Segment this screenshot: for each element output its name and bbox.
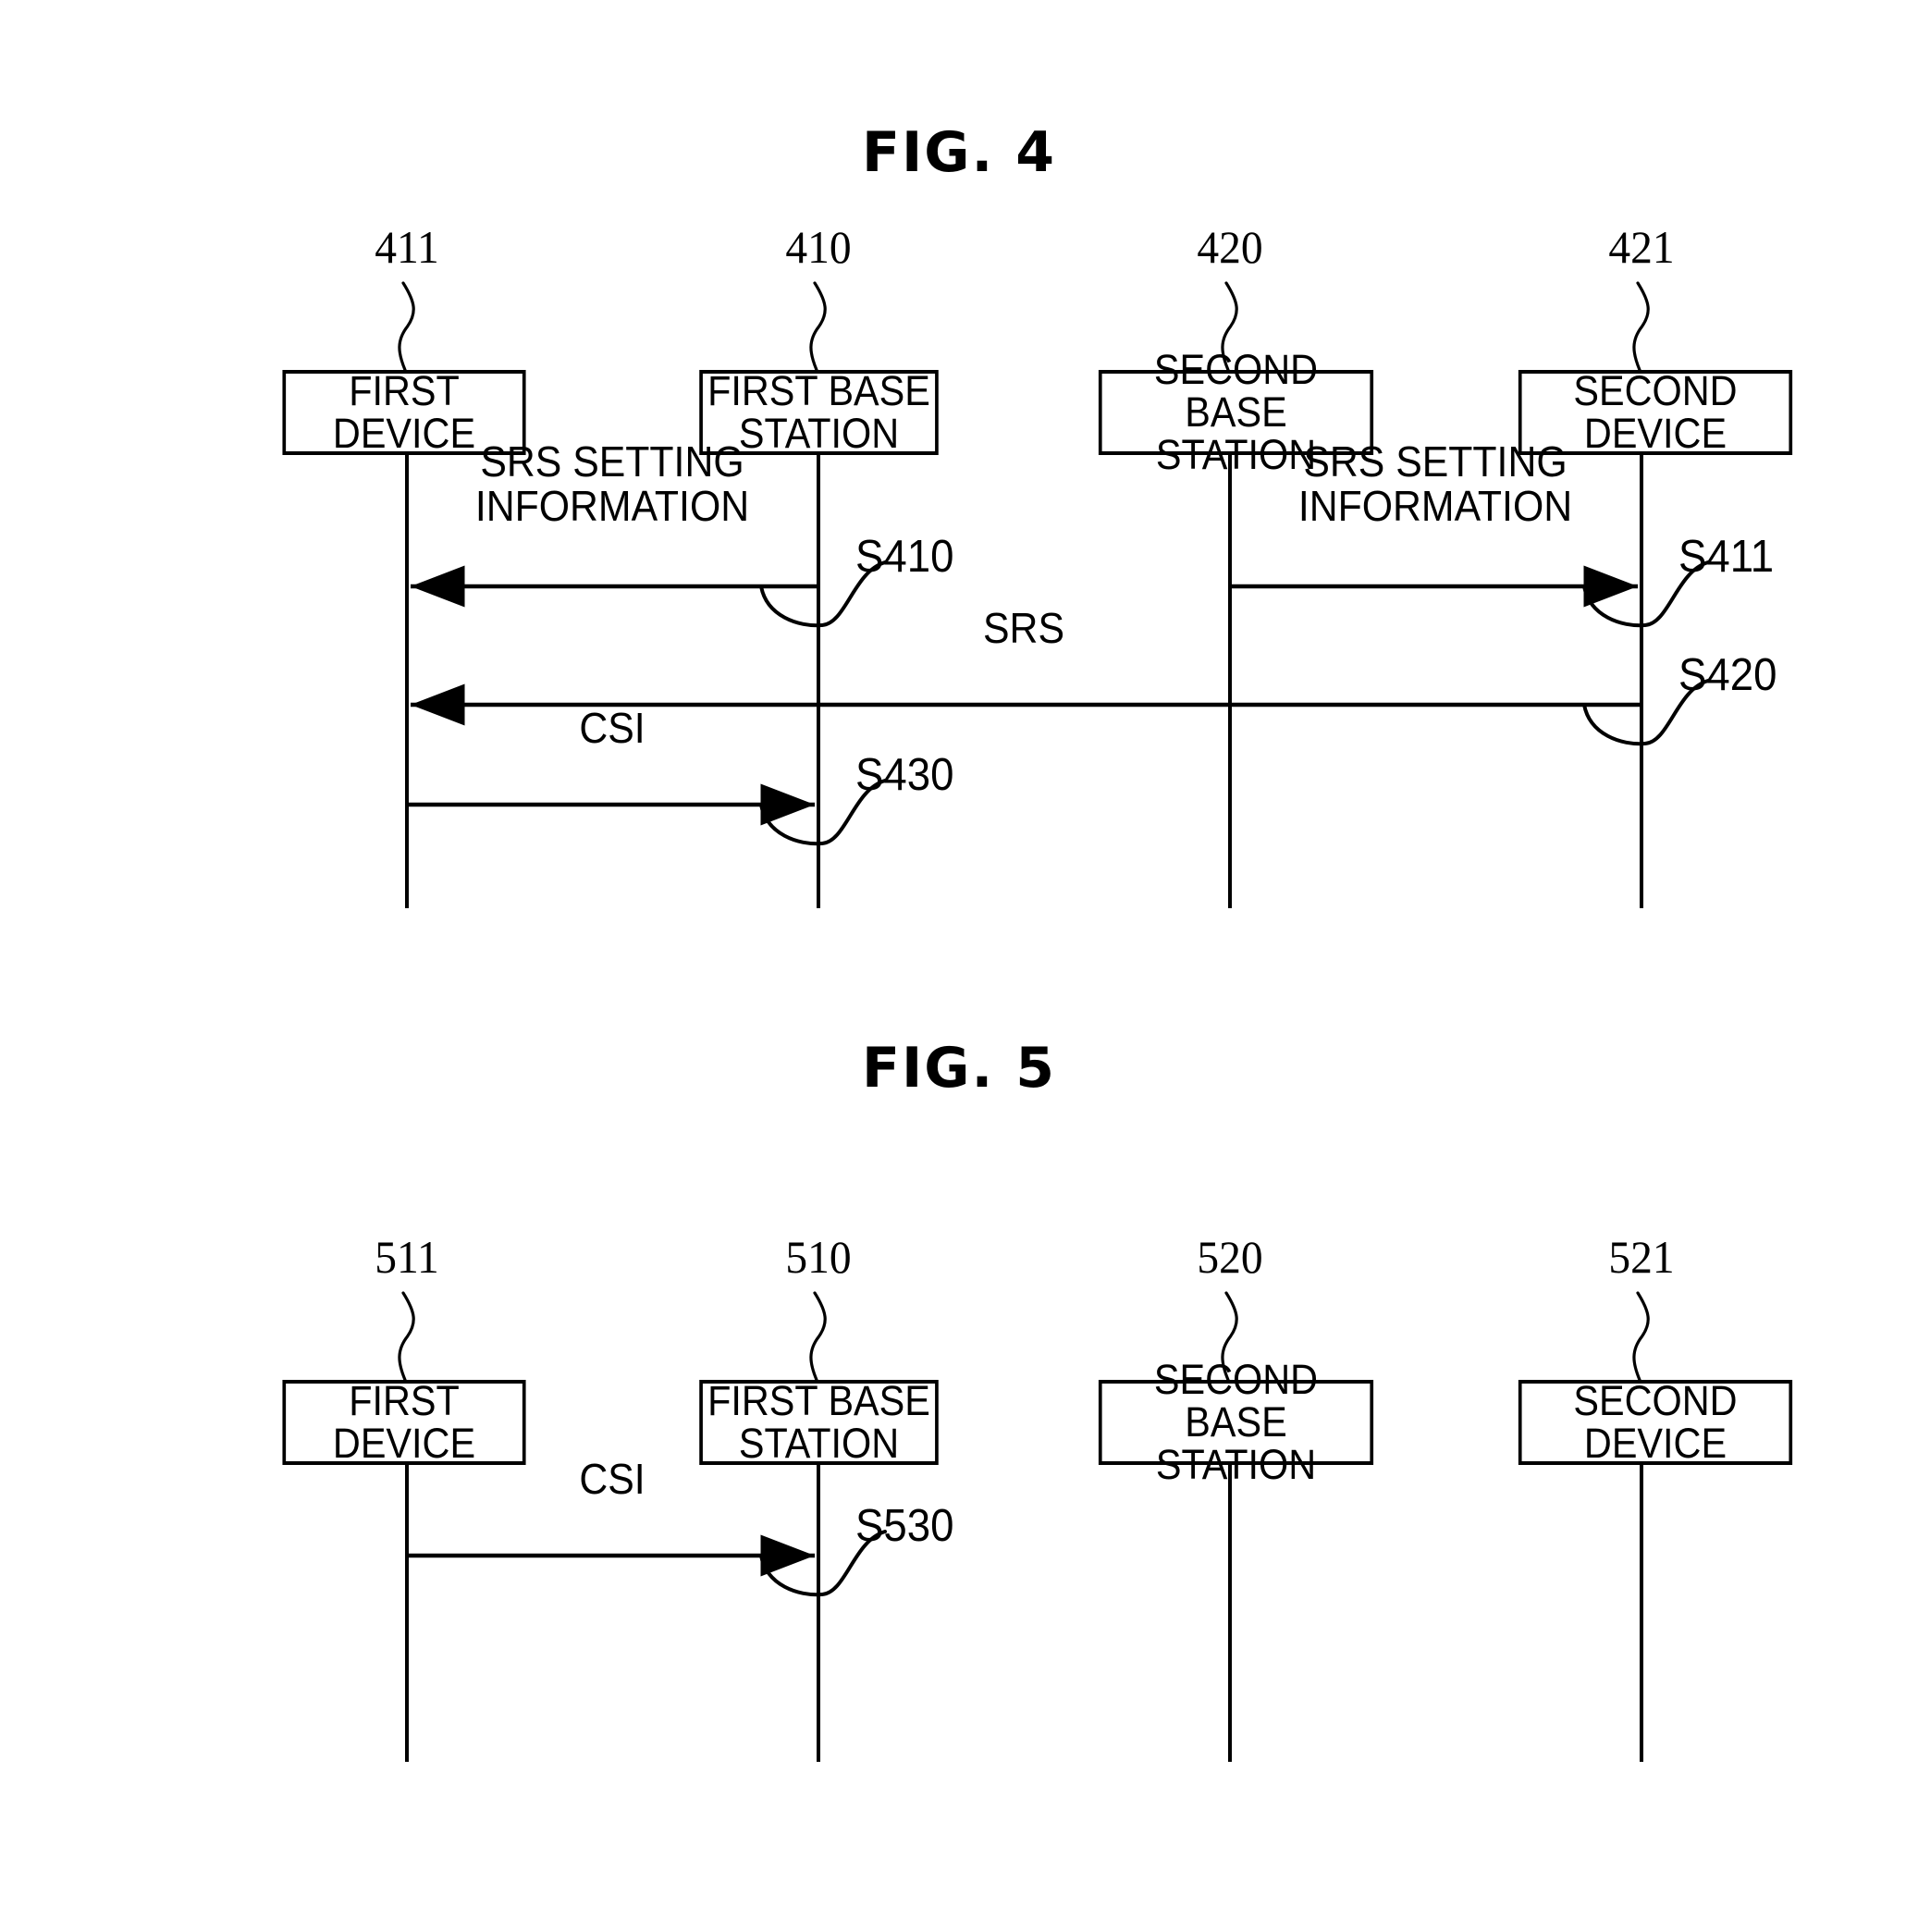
- message-label-S411: SRS SETTING INFORMATION: [1297, 437, 1573, 530]
- reference-number-511: 511: [375, 1231, 439, 1283]
- participant-box-510: FIRST BASE STATION: [699, 1380, 939, 1465]
- reference-number-411: 411: [375, 221, 439, 273]
- reference-number-510: 510: [785, 1231, 852, 1283]
- leader-line-411: [398, 281, 415, 372]
- figure-title-fig5: FIG. 5: [862, 1036, 1056, 1101]
- figure-title-fig4: FIG. 4: [862, 120, 1056, 185]
- reference-number-420: 420: [1197, 221, 1263, 273]
- diagram-vector-layer: [398, 281, 1710, 1762]
- message-label-S430: CSI: [579, 704, 645, 752]
- participant-label: FIRST BASE STATION: [707, 1377, 930, 1467]
- message-label-S530: CSI: [579, 1455, 645, 1503]
- leader-line-421: [1632, 281, 1650, 372]
- leader-line-410: [809, 281, 827, 372]
- reference-number-520: 520: [1197, 1231, 1263, 1283]
- participant-label: SECOND BASE STATION: [1153, 1356, 1319, 1488]
- step-label-S430: S430: [855, 750, 954, 800]
- message-label-S420: SRS: [983, 604, 1064, 652]
- step-label-S420: S420: [1678, 650, 1777, 700]
- participant-box-521: SECOND DEVICE: [1518, 1377, 1793, 1467]
- reference-number-410: 410: [785, 221, 852, 273]
- step-label-S411: S411: [1678, 532, 1775, 582]
- participant-box-511: FIRST DEVICE: [282, 1377, 526, 1467]
- message-label-S410: SRS SETTING INFORMATION: [474, 437, 750, 530]
- drawing-sheet: FIG. 4 411 FIRST DEVICE 410 FIRST BASE STATI…: [0, 0, 1918, 1932]
- participant-label: FIRST DEVICE: [332, 1377, 476, 1467]
- step-label-S410: S410: [855, 532, 954, 582]
- leader-line-510: [809, 1291, 827, 1382]
- reference-number-421: 421: [1608, 221, 1675, 273]
- leader-line-511: [398, 1291, 415, 1382]
- leader-line-521: [1632, 1291, 1650, 1382]
- participant-label: SECOND DEVICE: [1573, 1377, 1738, 1467]
- reference-number-521: 521: [1608, 1231, 1675, 1283]
- step-label-S530: S530: [855, 1501, 954, 1551]
- participant-box-520: SECOND BASE STATION: [1098, 1359, 1374, 1485]
